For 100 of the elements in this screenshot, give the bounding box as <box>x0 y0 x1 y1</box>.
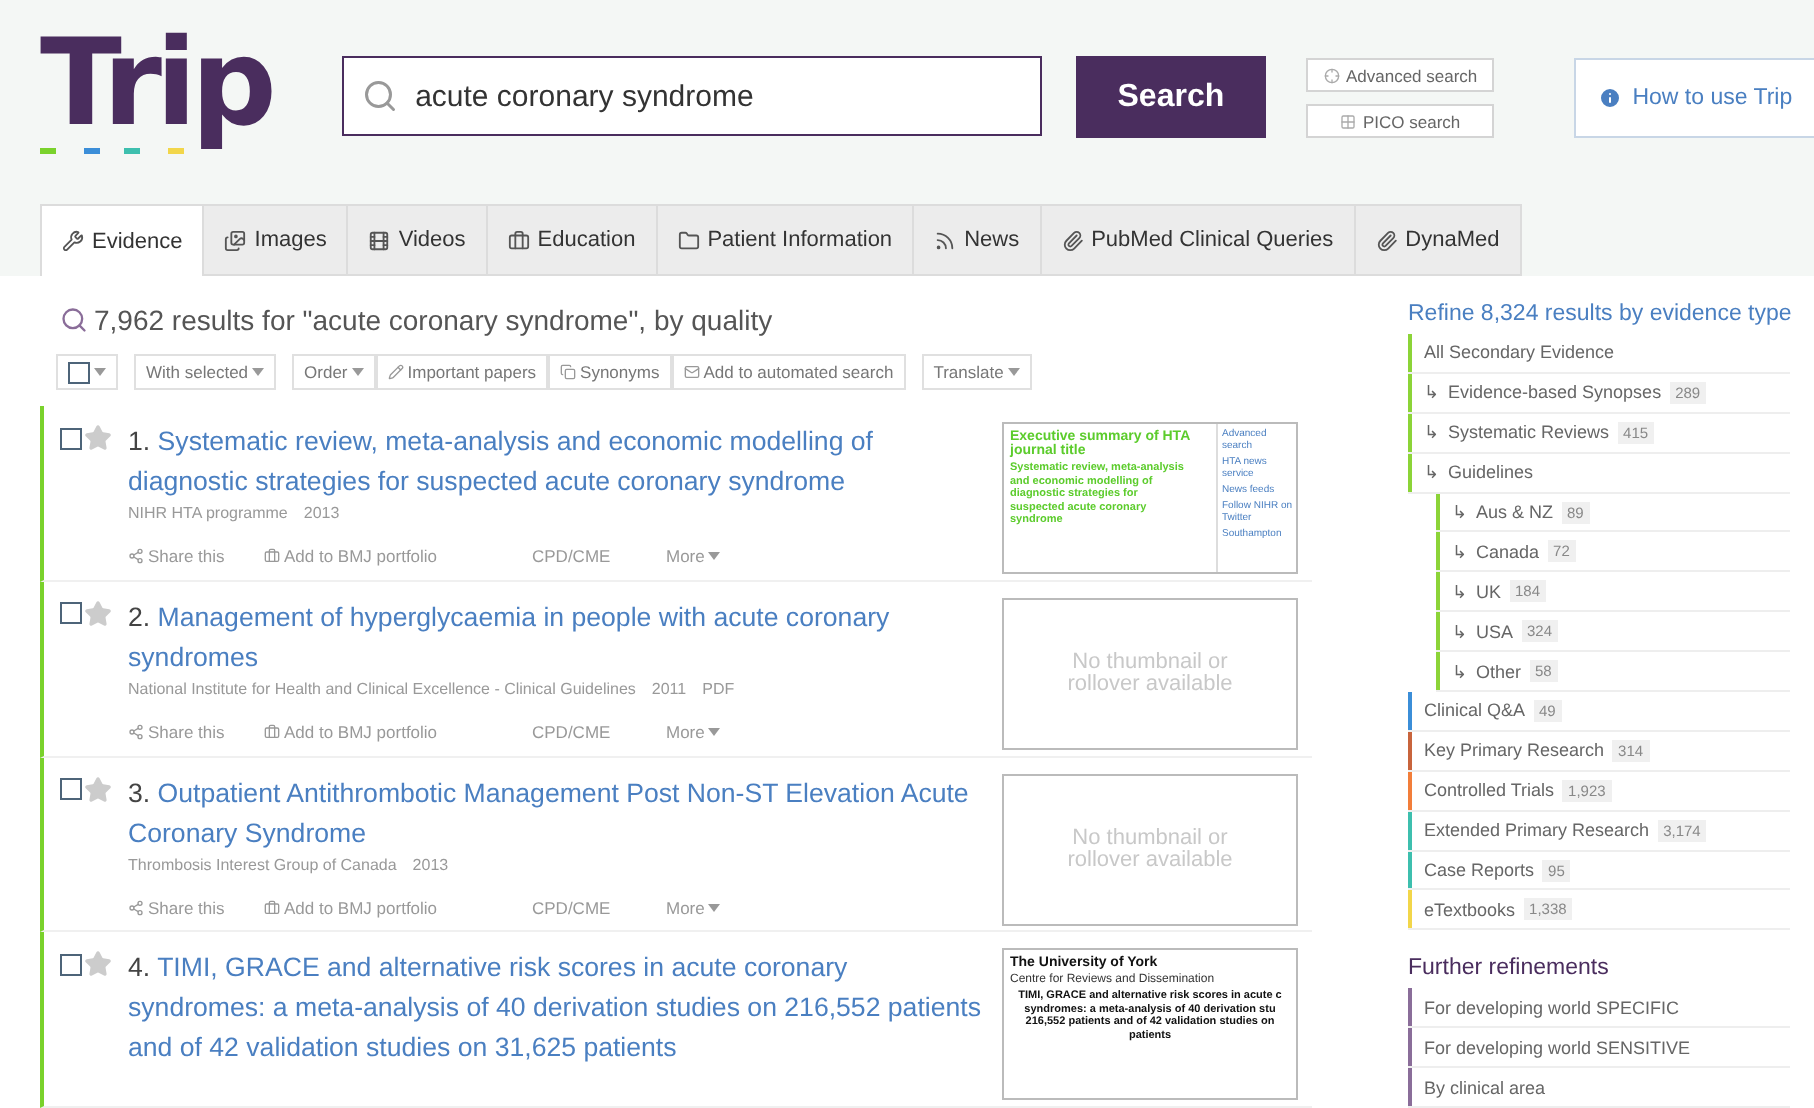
copy-icon <box>560 364 577 380</box>
trip-logo[interactable]: Trip <box>40 20 271 148</box>
result-year: 2013 <box>303 504 340 522</box>
refine-item[interactable]: All Secondary Evidence <box>1408 334 1790 374</box>
document-thumbnail[interactable] <box>1002 422 1298 574</box>
search-button[interactable]: Search <box>1075 56 1267 138</box>
tab[interactable]: News <box>914 204 1042 276</box>
star-icon[interactable] <box>84 424 112 452</box>
star-icon[interactable] <box>84 775 112 803</box>
indent-arrow: ↳ <box>1424 462 1440 483</box>
tab[interactable]: Images <box>204 204 349 276</box>
images-icon <box>224 229 247 251</box>
refine-item[interactable]: ↳ Guidelines <box>1408 453 1790 494</box>
logo-accent-icon <box>40 148 184 154</box>
refine-label: All Secondary Evidence <box>1424 342 1615 363</box>
tab[interactable]: Patient Information <box>657 204 915 276</box>
indent-arrow: ↳ <box>1452 621 1468 642</box>
result-year: 2013 <box>412 855 449 873</box>
search-field[interactable]: acute coronary syndrome <box>341 56 1042 136</box>
refine-label: Guidelines <box>1448 462 1534 483</box>
rss-icon <box>934 229 957 251</box>
refine-heading: Refine 8,324 results by evidence type <box>1408 302 1790 326</box>
film-icon <box>368 229 391 251</box>
refine-label: Evidence-based Synopses <box>1448 382 1662 403</box>
result-year: 2011 <box>651 679 687 698</box>
tab[interactable]: DynaMed <box>1355 204 1522 276</box>
wrench-icon <box>62 230 84 252</box>
refine-label: Aus & NZ <box>1476 502 1554 522</box>
result-format: PDF <box>702 679 735 698</box>
caret-icon <box>1007 368 1020 376</box>
result-source: Thrombosis Interest Group of Canada <box>128 855 397 873</box>
refine-label: For developing world SENSITIVE <box>1424 1037 1691 1058</box>
refine-label: Canada <box>1476 541 1540 562</box>
help-button[interactable]: How to use Trip <box>1574 58 1814 138</box>
refine-label: Controlled Trials <box>1424 780 1555 801</box>
paperclip-icon <box>1375 229 1398 251</box>
result-action-link[interactable]: Share this <box>128 721 264 742</box>
search-option-button[interactable]: PICO search <box>1306 104 1495 138</box>
refine-item[interactable]: For developing world SPECIFIC <box>1408 988 1790 1029</box>
tab[interactable]: Videos <box>348 204 488 276</box>
result-action-link[interactable]: Share this <box>128 546 264 566</box>
caret-icon <box>708 552 721 560</box>
caret-icon <box>708 903 721 911</box>
result-checkbox[interactable] <box>60 778 82 800</box>
refine-label: Clinical Q&A <box>1424 700 1526 721</box>
result-title-link[interactable]: 1. Systematic review, meta-analysis and economic modelling of diagnostic strategies for suspected acute coronary syndrome <box>128 422 984 502</box>
toolbar-button[interactable]: Important papers <box>375 354 549 390</box>
results-summary: 7,962 results for "acute coronary syndrome", by quality <box>94 304 773 336</box>
indent-arrow: ↳ <box>1452 541 1468 562</box>
indent-arrow: ↳ <box>1424 382 1440 403</box>
share-icon <box>128 899 144 915</box>
further-refinements-heading: Further refinements <box>1408 956 1611 981</box>
toolbar-button[interactable]: With selected <box>134 354 277 390</box>
envelope-icon <box>683 364 700 380</box>
refine-item[interactable]: By clinical area <box>1408 1068 1790 1108</box>
indent-arrow: ↳ <box>1452 661 1468 682</box>
tab[interactable]: Education <box>487 204 658 276</box>
refine-label: Key Primary Research <box>1424 740 1605 761</box>
select-all-checkbox[interactable] <box>56 354 118 390</box>
refine-label: Other <box>1476 661 1522 682</box>
result-source: National Institute for Health and Clinical Excellence - Clinical Guidelines <box>128 679 636 698</box>
indent-arrow: ↳ <box>1452 581 1468 602</box>
refine-label: For developing world SPECIFIC <box>1424 997 1680 1018</box>
result-action-link[interactable]: Share this <box>128 897 264 917</box>
refine-label: Case Reports <box>1424 860 1535 881</box>
refine-label: Extended Primary Research <box>1424 820 1650 841</box>
pencil-icon <box>387 364 404 380</box>
refine-label: Systematic Reviews <box>1448 422 1610 443</box>
paperclip-icon <box>1061 229 1084 251</box>
crosshair-icon <box>1323 67 1340 83</box>
refine-label: USA <box>1476 621 1514 642</box>
result-title-link[interactable]: 4. TIMI, GRACE and alternative risk scores in acute coronary syndromes: a meta-analysis of 40 derivation studies on 216,552 patients and of 42 validation studies on 31,625 patients <box>128 948 984 1069</box>
tab[interactable]: Evidence <box>40 204 205 276</box>
result-title-link[interactable]: 3. Outpatient Antithrombotic Management Post Non-ST Elevation Acute Coronary Syndrome <box>128 773 984 853</box>
folder-icon <box>677 229 700 251</box>
grid-icon <box>1340 113 1357 129</box>
refine-item[interactable]: For developing world SENSITIVE <box>1408 1028 1790 1069</box>
briefcase-icon <box>264 548 280 564</box>
result-checkbox[interactable] <box>60 602 82 625</box>
toolbar-button[interactable]: Translate <box>921 354 1032 390</box>
search-option-button[interactable]: Advanced search <box>1306 58 1495 92</box>
share-icon <box>128 723 144 740</box>
caret-icon <box>351 368 364 376</box>
indent-arrow: ↳ <box>1424 422 1440 443</box>
toolbar-button[interactable]: Order <box>292 354 376 390</box>
indent-arrow: ↳ <box>1452 502 1468 522</box>
document-thumbnail[interactable] <box>1002 948 1298 1101</box>
star-icon[interactable] <box>84 599 112 628</box>
toolbar-button[interactable]: Add to automated search <box>671 354 906 390</box>
result-checkbox[interactable] <box>60 953 82 976</box>
toolbar-button[interactable]: Synonyms <box>548 354 672 390</box>
tab[interactable]: PubMed Clinical Queries <box>1041 204 1356 276</box>
caret-icon <box>708 727 721 736</box>
result-checkbox[interactable] <box>60 427 82 449</box>
star-icon[interactable] <box>84 950 112 979</box>
result-title-link[interactable]: 2. Management of hyperglycaemia in people with acute coronary syndromes <box>128 597 984 678</box>
search-icon <box>361 78 398 114</box>
search-icon <box>60 306 88 334</box>
caret-icon <box>252 368 265 376</box>
refine-label: eTextbooks <box>1424 899 1516 920</box>
